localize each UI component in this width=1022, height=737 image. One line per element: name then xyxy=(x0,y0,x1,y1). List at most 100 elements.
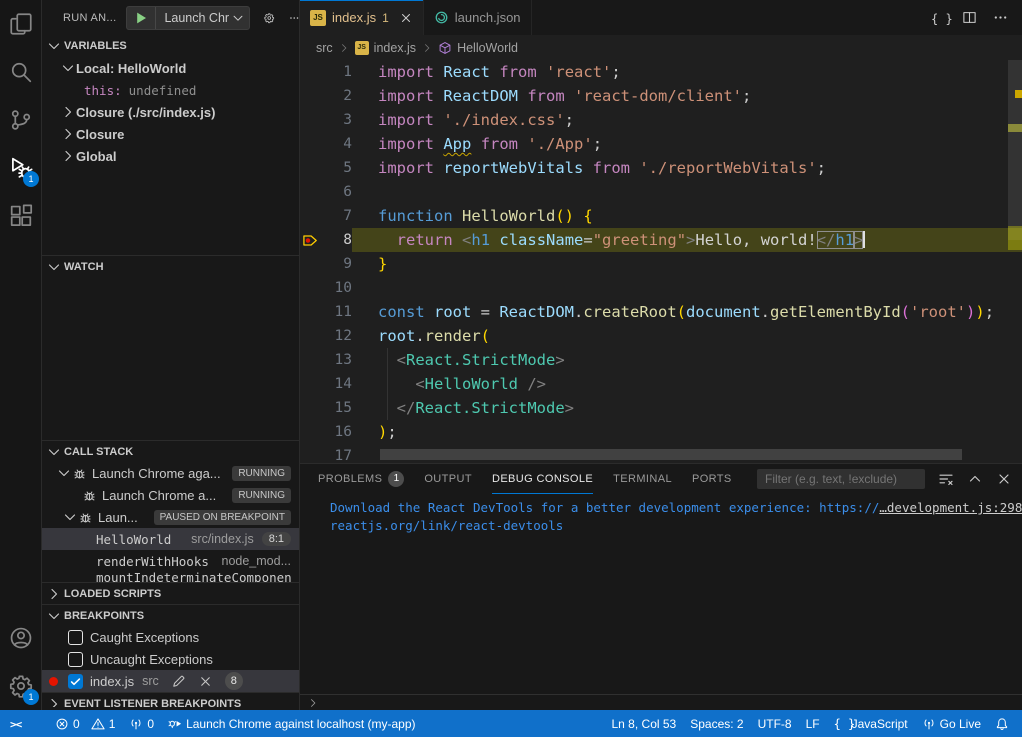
variables-section-header[interactable]: VARIABLES xyxy=(42,35,299,57)
status-language-mode[interactable]: { }JavaScript xyxy=(827,710,915,737)
filter-clear-icon[interactable] xyxy=(938,471,954,487)
variables-row[interactable]: Closure xyxy=(42,123,299,145)
debug-session-row[interactable]: Launch Chrome a...RUNNING xyxy=(42,484,299,506)
activity-bar-search[interactable] xyxy=(0,48,42,96)
breakpoint-checkbox[interactable] xyxy=(68,652,83,667)
activity-bar-accounts[interactable] xyxy=(0,614,42,662)
activity-bar-source-control[interactable] xyxy=(0,96,42,144)
launch-config-button[interactable]: Launch Chr xyxy=(126,6,250,30)
line-content[interactable]: ); xyxy=(352,420,1022,444)
breakpoint-checkbox[interactable] xyxy=(68,630,83,645)
status-problems[interactable]: 01 xyxy=(48,710,122,737)
line-content[interactable]: return <h1 className="greeting">Hello, w… xyxy=(352,228,1022,252)
gutter-glyph-margin[interactable] xyxy=(300,300,320,324)
code-line-3[interactable]: 3import './index.css'; xyxy=(300,108,1022,132)
vertical-scrollbar[interactable] xyxy=(1008,60,1022,240)
gutter-glyph-margin[interactable] xyxy=(300,84,320,108)
panel-tab-problems[interactable]: PROBLEMS1 xyxy=(318,464,404,494)
gutter-glyph-margin[interactable] xyxy=(300,420,320,444)
activity-bar-extensions[interactable] xyxy=(0,192,42,240)
debug-session-row[interactable]: Launch Chrome aga...RUNNING xyxy=(42,462,299,484)
debug-session-row[interactable]: Laun...PAUSED ON BREAKPOINT xyxy=(42,506,299,528)
breadcrumb-item[interactable]: HelloWorld xyxy=(438,41,518,55)
gutter-glyph-margin[interactable] xyxy=(300,60,320,84)
debug-console-input[interactable] xyxy=(300,694,1022,710)
call-stack-section-header[interactable]: CALL STACK xyxy=(42,440,299,462)
status-notifications[interactable] xyxy=(988,710,1016,737)
variables-row[interactable]: this:undefined xyxy=(42,79,299,101)
line-content[interactable]: root.render( xyxy=(352,324,1022,348)
line-content[interactable]: function HelloWorld() { xyxy=(352,204,1022,228)
debug-gear-icon[interactable] xyxy=(264,10,274,26)
tab-launch.json[interactable]: launch.json xyxy=(424,0,532,35)
call-stack-frame[interactable]: mountIndeterminateComponent xyxy=(42,572,299,582)
gutter-glyph-margin[interactable] xyxy=(300,324,320,348)
status-go-live[interactable]: Go Live xyxy=(915,710,988,737)
gutter-glyph-margin[interactable] xyxy=(300,276,320,300)
horizontal-scrollbar[interactable] xyxy=(380,449,962,460)
status-cursor-position[interactable]: Ln 8, Col 53 xyxy=(605,710,684,737)
event-listener-breakpoints-section-header[interactable]: EVENT LISTENER BREAKPOINTS xyxy=(42,692,299,707)
gutter-glyph-margin[interactable] xyxy=(300,156,320,180)
breadcrumb-item[interactable]: src xyxy=(316,41,333,55)
sidebar-more-icon[interactable] xyxy=(289,10,299,26)
line-content[interactable]: } xyxy=(352,252,1022,276)
variables-row[interactable]: Global xyxy=(42,145,299,167)
panel-tab-debug-console[interactable]: DEBUG CONSOLE xyxy=(492,464,593,494)
code-line-7[interactable]: 7function HelloWorld() { xyxy=(300,204,1022,228)
gutter-glyph-margin[interactable] xyxy=(300,372,320,396)
overview-ruler[interactable] xyxy=(1008,60,1022,463)
code-line-4[interactable]: 4import App from './App'; xyxy=(300,132,1022,156)
panel-tab-output[interactable]: OUTPUT xyxy=(424,464,472,494)
status-encoding[interactable]: UTF-8 xyxy=(751,710,799,737)
code-line-16[interactable]: 16); xyxy=(300,420,1022,444)
panel-tab-ports[interactable]: PORTS xyxy=(692,464,732,494)
line-content[interactable] xyxy=(352,276,1022,300)
gutter-glyph-margin[interactable] xyxy=(300,252,320,276)
gutter-glyph-margin[interactable] xyxy=(300,204,320,228)
breakpoint-row[interactable]: Caught Exceptions xyxy=(42,626,299,648)
code-line-2[interactable]: 2import ReactDOM from 'react-dom/client'… xyxy=(300,84,1022,108)
variables-row[interactable]: Local: HelloWorld xyxy=(42,57,299,79)
gutter-glyph-margin[interactable] xyxy=(300,228,320,252)
call-stack-frame[interactable]: renderWithHooksnode_mod... xyxy=(42,550,299,572)
breakpoints-section-header[interactable]: BREAKPOINTS xyxy=(42,604,299,626)
line-content[interactable] xyxy=(352,180,1022,204)
status-eol[interactable]: LF xyxy=(799,710,827,737)
call-stack-frame[interactable]: HelloWorldsrc/index.js8:1 xyxy=(42,528,299,550)
code-line-9[interactable]: 9} xyxy=(300,252,1022,276)
line-content[interactable]: <React.StrictMode> xyxy=(352,348,1022,372)
line-content[interactable]: </React.StrictMode> xyxy=(352,396,1022,420)
code-line-8[interactable]: 8 return <h1 className="greeting">Hello,… xyxy=(300,228,1022,252)
activity-bar-manage[interactable]: 1 xyxy=(0,662,42,710)
breadcrumb-item[interactable]: JSindex.js xyxy=(355,41,416,55)
status-debug-session[interactable]: Launch Chrome against localhost (my-app) xyxy=(161,710,422,737)
gutter-glyph-margin[interactable] xyxy=(300,396,320,420)
more-icon[interactable] xyxy=(993,10,1008,25)
code-line-12[interactable]: 12root.render( xyxy=(300,324,1022,348)
code-line-10[interactable]: 10 xyxy=(300,276,1022,300)
line-content[interactable]: import ReactDOM from 'react-dom/client'; xyxy=(352,84,1022,108)
panel-tab-terminal[interactable]: TERMINAL xyxy=(613,464,672,494)
code-editor[interactable]: 1import React from 'react';2import React… xyxy=(300,60,1022,463)
code-line-11[interactable]: 11const root = ReactDOM.createRoot(docum… xyxy=(300,300,1022,324)
line-content[interactable]: <HelloWorld /> xyxy=(352,372,1022,396)
console-source-link[interactable]: …development.js:29840 xyxy=(879,499,1022,517)
gutter-glyph-margin[interactable] xyxy=(300,108,320,132)
code-line-1[interactable]: 1import React from 'react'; xyxy=(300,60,1022,84)
status-indentation[interactable]: Spaces: 2 xyxy=(683,710,750,737)
panel-maximize-icon[interactable] xyxy=(967,471,983,487)
gutter-glyph-margin[interactable] xyxy=(300,348,320,372)
code-line-15[interactable]: 15 </React.StrictMode> xyxy=(300,396,1022,420)
code-line-5[interactable]: 5import reportWebVitals from './reportWe… xyxy=(300,156,1022,180)
braces-icon[interactable]: { } xyxy=(931,10,946,25)
code-line-13[interactable]: 13 <React.StrictMode> xyxy=(300,348,1022,372)
variables-row[interactable]: Closure (./src/index.js) xyxy=(42,101,299,123)
gutter-glyph-margin[interactable] xyxy=(300,132,320,156)
activity-bar-run-and-debug[interactable]: 1 xyxy=(0,144,42,192)
gutter-glyph-margin[interactable] xyxy=(300,444,320,463)
play-icon[interactable] xyxy=(133,10,149,26)
code-line-6[interactable]: 6 xyxy=(300,180,1022,204)
tab-index.js[interactable]: JSindex.js1 xyxy=(300,0,424,35)
status-ports-forwarded[interactable]: 0 xyxy=(122,710,161,737)
